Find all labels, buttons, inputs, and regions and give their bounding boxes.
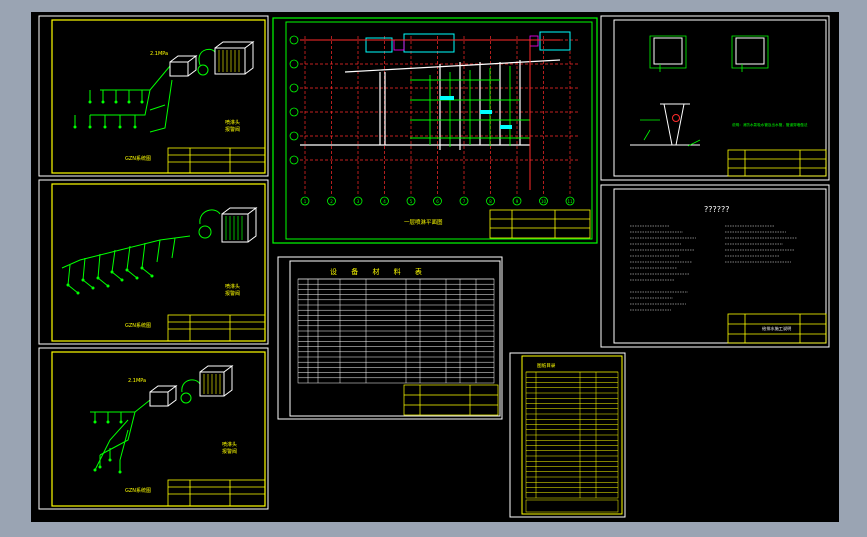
legend-item: 报警阀 — [225, 290, 240, 297]
axis-label: 5 — [410, 199, 413, 204]
axis-label: 6 — [436, 199, 439, 204]
cad-drawing[interactable]: 2.1MPa 喷淋头 报警阀 GZN系统图 喷淋头 报警阀 GZN系统图 2.1… — [0, 0, 867, 533]
plan-title: 一层喷淋平面图 — [404, 218, 443, 226]
axis-label: 4 — [383, 199, 386, 204]
axis-label: 9 — [516, 199, 519, 204]
legend-item: 喷淋头 — [225, 119, 240, 126]
notes-title: ?????? — [704, 205, 729, 214]
legend-item: 喷淋头 — [225, 283, 240, 290]
cad-viewport[interactable]: 2.1MPa 喷淋头 报警阀 GZN系统图 喷淋头 报警阀 GZN系统图 2.1… — [0, 0, 867, 533]
materials-title: 设 备 材 料 表 — [330, 267, 428, 276]
catalog-title: 图纸目录 — [537, 362, 556, 369]
axis-label: 1 — [304, 199, 307, 204]
axis-label: 7 — [463, 199, 466, 204]
pressure-label: 2.1MPa — [128, 378, 146, 384]
axis-label: 8 — [489, 199, 492, 204]
axis-label: 3 — [357, 199, 360, 204]
axis-label: 10 — [541, 199, 547, 204]
model-space — [31, 12, 839, 522]
sheet-title: GZN系统图 — [125, 487, 151, 494]
pressure-label: 2.1MPa — [150, 51, 168, 57]
notes-stamp: 给排水施工说明 — [762, 325, 791, 332]
axis-label: 2 — [330, 199, 333, 204]
sheet-title: GZN系统图 — [125, 155, 151, 162]
details-note: 说明：消防水泵吸水管及出水管，管道穿墙做法 — [732, 122, 808, 127]
legend-item: 报警阀 — [222, 448, 237, 455]
legend-item: 喷淋头 — [222, 441, 237, 448]
legend-item: 报警阀 — [225, 126, 240, 133]
sheet-title: GZN系统图 — [125, 322, 151, 329]
axis-label: 11 — [567, 199, 573, 204]
